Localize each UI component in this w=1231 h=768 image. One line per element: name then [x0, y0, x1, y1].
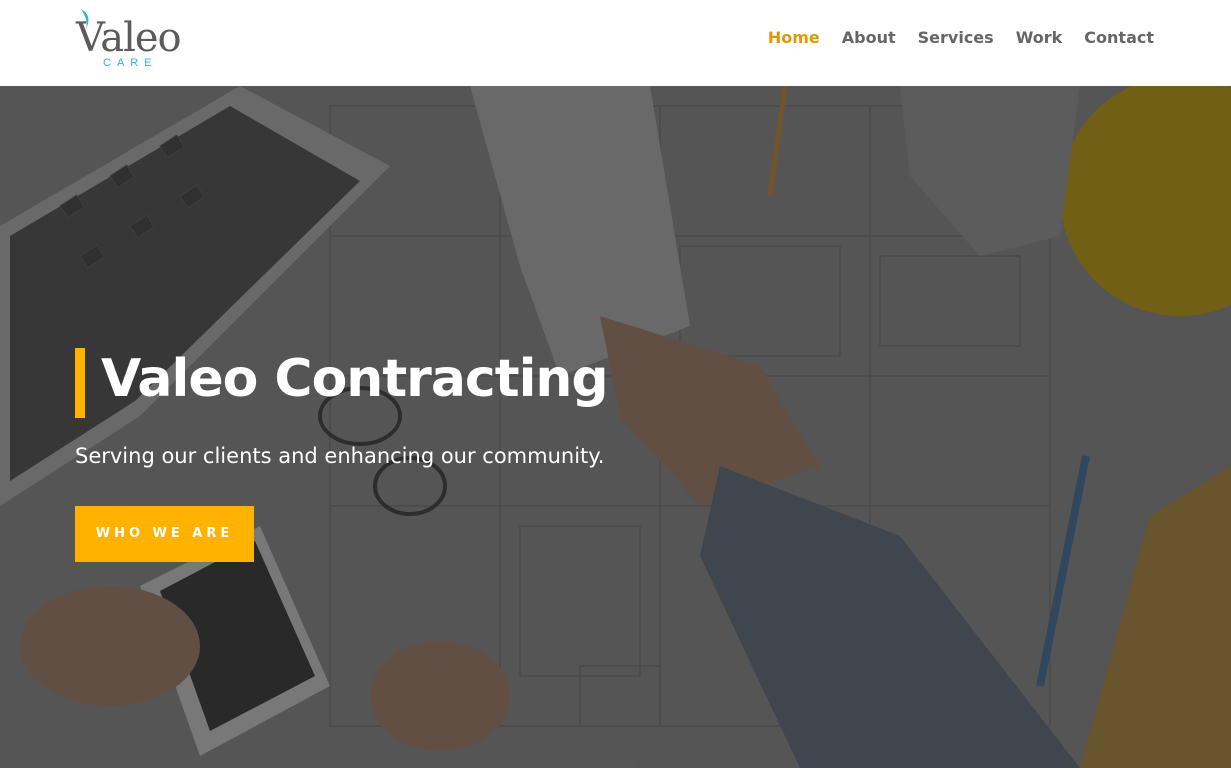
hero-title: Valeo Contracting — [101, 349, 609, 409]
logo-wordmark: Valeo — [76, 15, 182, 61]
nav-home[interactable]: Home — [768, 26, 820, 50]
logo-tagline: CARE — [103, 57, 158, 69]
hero-subtitle: Serving our clients and enhancing our co… — [75, 444, 605, 468]
title-accent-bar — [75, 348, 85, 418]
who-we-are-button[interactable]: WHO WE ARE — [75, 506, 254, 562]
nav-work[interactable]: Work — [1016, 26, 1063, 50]
nav-services[interactable]: Services — [918, 26, 994, 50]
hero-section: Valeo Contracting Serving our clients an… — [0, 86, 1231, 768]
nav-about[interactable]: About — [842, 26, 896, 50]
main-nav: Home About Services Work Contact — [768, 26, 1154, 50]
hero-overlay — [0, 86, 1231, 768]
site-header: Valeo CARE Home About Services Work Cont… — [0, 0, 1231, 86]
site-logo[interactable]: Valeo CARE — [76, 8, 196, 72]
nav-contact[interactable]: Contact — [1084, 26, 1154, 50]
